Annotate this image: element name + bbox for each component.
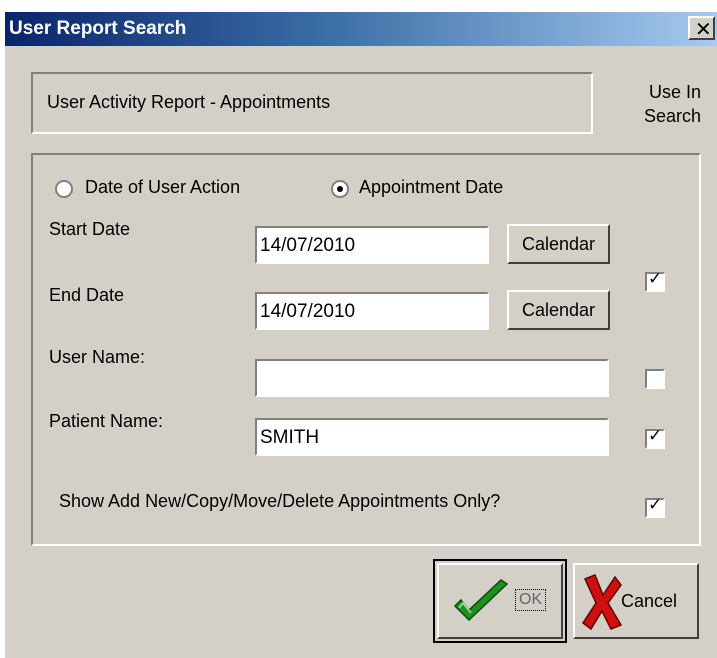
checkmark-icon: ✓ — [648, 426, 663, 446]
title-bar[interactable]: User Report Search ✕ — [5, 12, 717, 46]
start-date-input[interactable]: 14/07/2010 — [255, 226, 489, 264]
end-date-input[interactable]: 14/07/2010 — [255, 292, 489, 330]
window-title: User Report Search — [9, 18, 187, 39]
end-date-calendar-button[interactable]: Calendar — [507, 290, 610, 330]
dates-use-in-search-checkbox[interactable]: ✓ — [645, 269, 665, 292]
use-in-search-label-line2: Search — [643, 106, 701, 126]
cancel-button-label: Cancel — [621, 591, 678, 611]
user-name-label: User Name: — [49, 347, 146, 367]
user-name-use-in-search-checkbox[interactable] — [645, 369, 665, 389]
radio-date-of-user-action-label: Date of User Action — [85, 177, 241, 197]
radio-appointment-date-label: Appointment Date — [359, 177, 504, 197]
end-date-label: End Date — [49, 285, 125, 305]
radio-date-of-user-action[interactable] — [55, 180, 73, 198]
patient-name-label: Patient Name: — [49, 411, 164, 431]
checkmark-icon: ✓ — [648, 269, 663, 289]
start-date-calendar-button[interactable]: Calendar — [507, 224, 610, 264]
radio-appointment-date[interactable] — [331, 180, 349, 198]
use-in-search-label-line1: Use In — [648, 82, 701, 102]
user-name-input[interactable] — [255, 359, 609, 397]
dialog-window: User Report Search ✕ User Activity Repor… — [5, 12, 717, 658]
red-x-icon — [581, 574, 623, 631]
checkmark-icon: ✓ — [648, 495, 663, 515]
patient-name-input[interactable]: SMITH — [255, 418, 609, 456]
ok-button-label: OK — [515, 589, 547, 611]
radio-selected-dot — [337, 186, 343, 192]
cancel-button[interactable]: Cancel — [573, 563, 699, 639]
show-add-new-label: Show Add New/Copy/Move/Delete Appointmen… — [59, 491, 501, 511]
patient-name-use-in-search-checkbox[interactable]: ✓ — [645, 426, 665, 449]
green-checkmark-icon — [453, 579, 509, 622]
close-button[interactable]: ✕ — [688, 16, 715, 41]
start-date-label: Start Date — [49, 219, 131, 239]
report-name: User Activity Report - Appointments — [47, 92, 331, 112]
ok-button[interactable]: OK — [437, 563, 563, 639]
report-name-box: User Activity Report - Appointments — [31, 72, 593, 134]
close-icon: ✕ — [695, 17, 712, 41]
show-add-new-checkbox[interactable]: ✓ — [645, 495, 665, 518]
